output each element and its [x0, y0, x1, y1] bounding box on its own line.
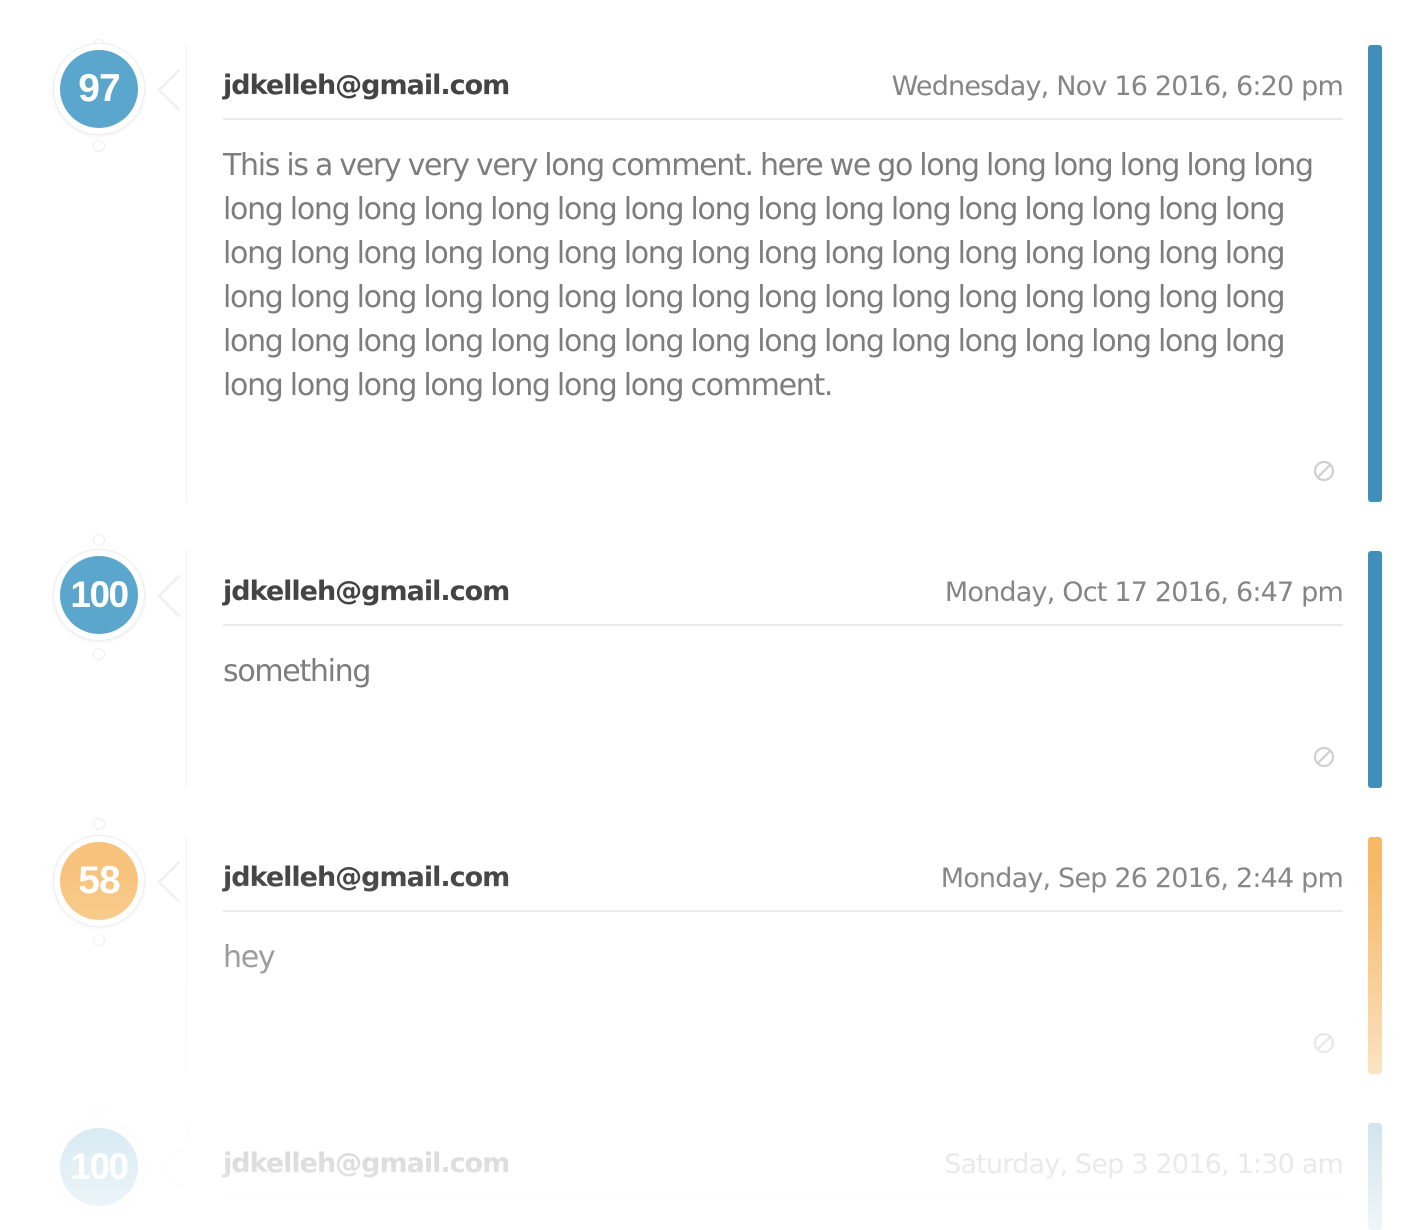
card-pointer — [157, 68, 201, 112]
flag-icon[interactable] — [1313, 1032, 1335, 1054]
score-value: 97 — [60, 50, 138, 128]
comment-body: hey — [223, 940, 276, 975]
score-value: 100 — [60, 1128, 138, 1206]
score-badge: 100 — [54, 1122, 144, 1212]
flag-icon[interactable] — [1313, 746, 1335, 768]
score-connector-dot — [93, 934, 105, 946]
comment-header: jdkelleh@gmail.com Monday, Sep 26 2016, … — [223, 858, 1344, 912]
comment-score-bar — [1368, 45, 1382, 502]
comment-header: jdkelleh@gmail.com Monday, Oct 17 2016, … — [223, 572, 1344, 626]
comment-timestamp: Wednesday, Nov 16 2016, 6:20 pm — [891, 71, 1344, 102]
comment-timestamp: Saturday, Sep 3 2016, 1:30 am — [944, 1149, 1344, 1180]
comment-body: This is a very very very long comment. h… — [223, 148, 1314, 403]
card-pointer — [157, 574, 201, 618]
comment-feed: 97 jdkelleh@gmail.com Wednesday, Nov 16 … — [0, 0, 1422, 1230]
comment-timestamp: Monday, Sep 26 2016, 2:44 pm — [940, 863, 1344, 894]
comment-score-bar — [1368, 551, 1382, 788]
score-connector-dot — [93, 1104, 105, 1116]
score-connector-dot — [93, 534, 105, 546]
score-badge: 97 — [54, 44, 144, 134]
flag-icon[interactable] — [1313, 460, 1335, 482]
score-connector-dot — [93, 818, 105, 830]
score-badge: 58 — [54, 836, 144, 926]
card-pointer — [157, 1146, 201, 1190]
card-edge — [186, 44, 187, 502]
score-value: 58 — [60, 842, 138, 920]
comment-body: something — [223, 654, 371, 689]
comment-score-bar — [1368, 1123, 1382, 1230]
comment-header: jdkelleh@gmail.com Wednesday, Nov 16 201… — [223, 66, 1344, 120]
comment-author[interactable]: jdkelleh@gmail.com — [223, 576, 510, 607]
comment-author[interactable]: jdkelleh@gmail.com — [223, 862, 510, 893]
comment-header: jdkelleh@gmail.com Saturday, Sep 3 2016,… — [223, 1144, 1344, 1198]
score-value: 100 — [60, 556, 138, 634]
score-connector-dot — [93, 648, 105, 660]
card-pointer — [157, 860, 201, 904]
comment-score-bar — [1368, 837, 1382, 1074]
comment-author[interactable]: jdkelleh@gmail.com — [223, 1148, 510, 1179]
score-badge: 100 — [54, 550, 144, 640]
comment-author[interactable]: jdkelleh@gmail.com — [223, 70, 510, 101]
comment-timestamp: Monday, Oct 17 2016, 6:47 pm — [944, 577, 1344, 608]
score-connector-dot — [93, 140, 105, 152]
